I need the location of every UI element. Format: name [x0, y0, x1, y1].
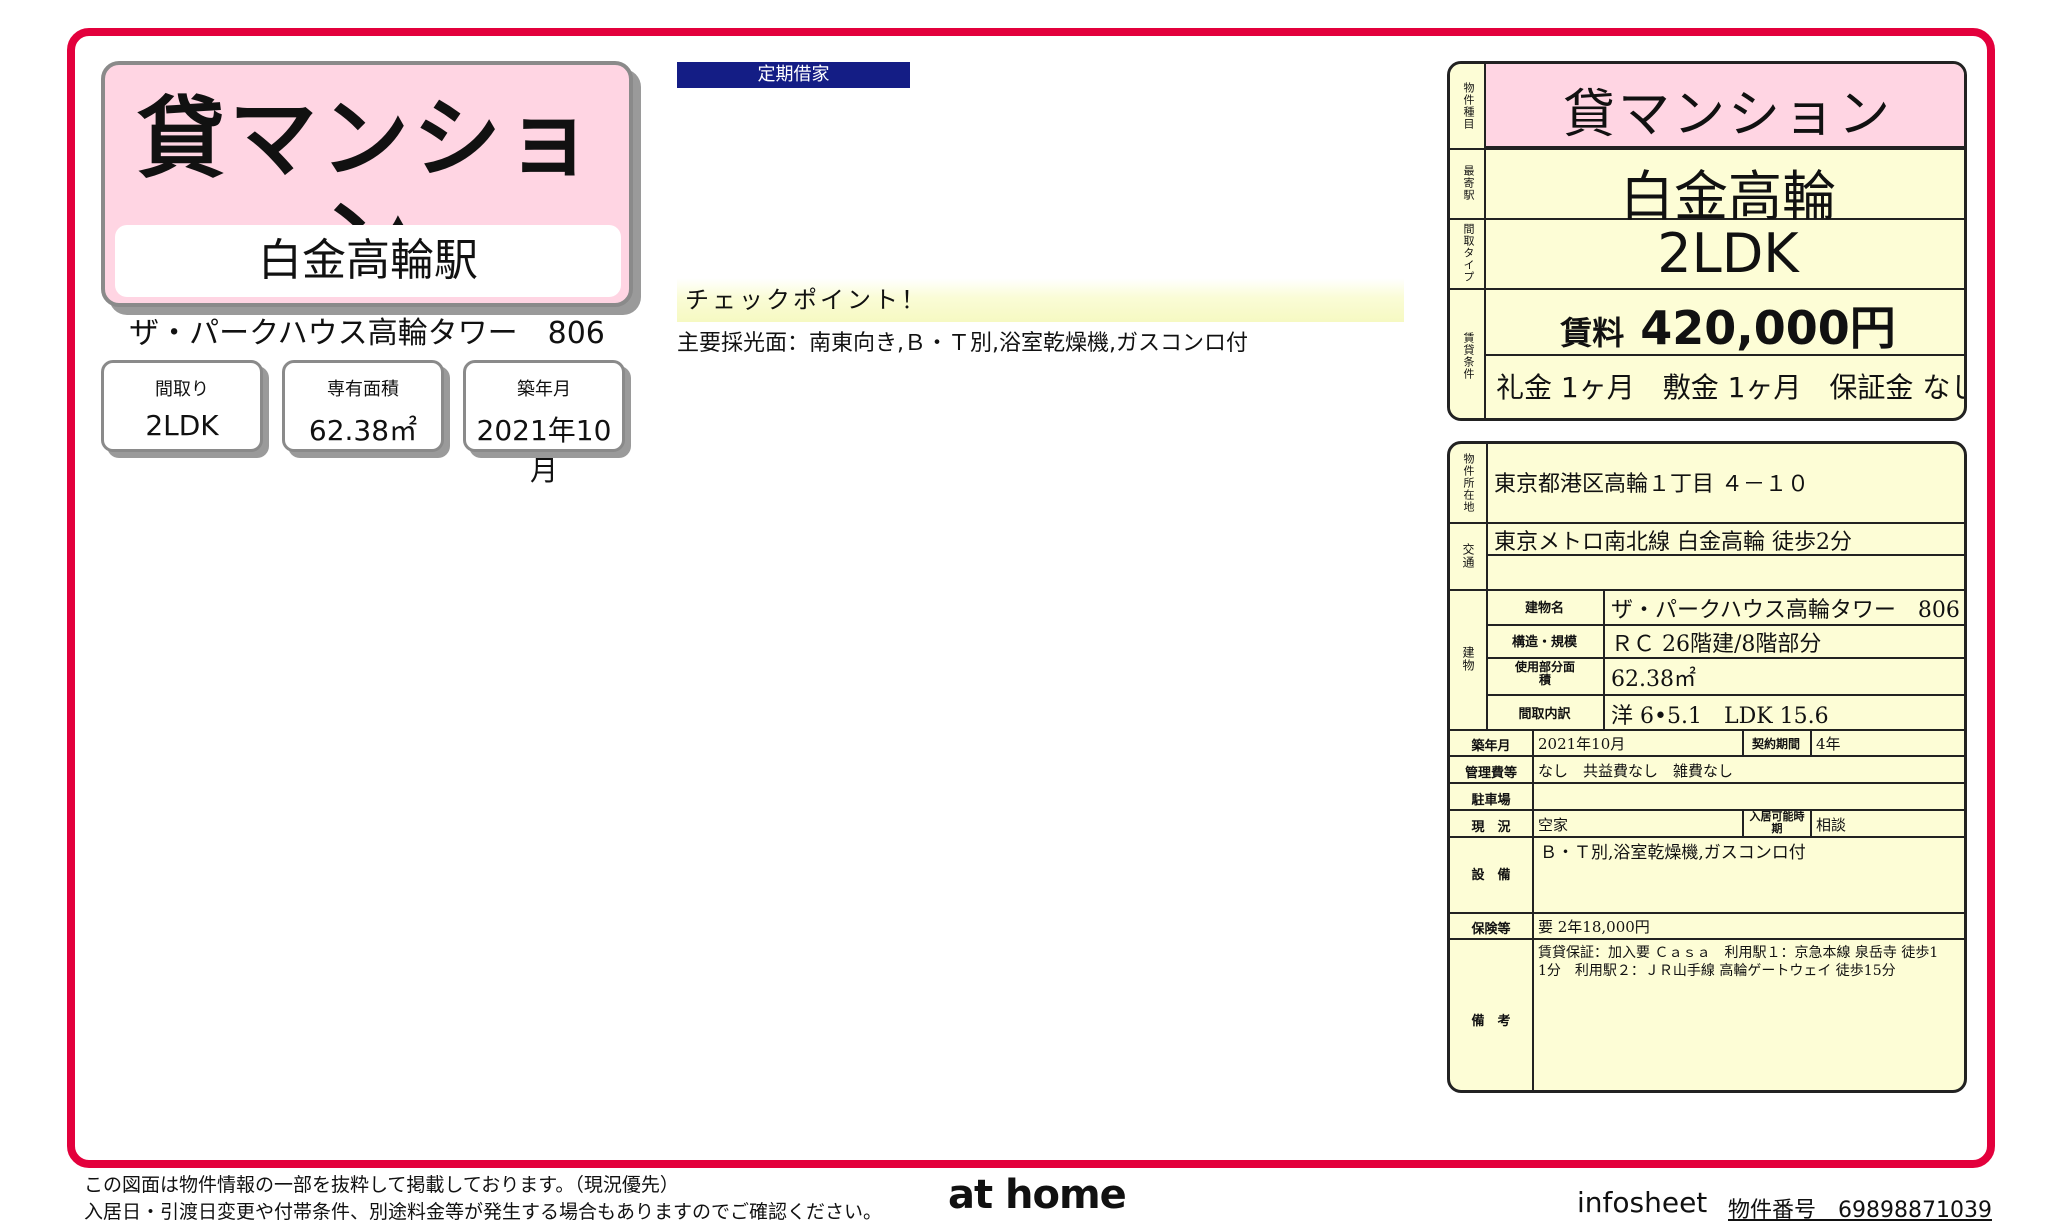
summary-rent: 賃料 420,000円: [1486, 292, 1964, 358]
remarks-line-1: 賃貸保証：加入要 Ｃａｓａ 利用駅１：京急本線 泉岳寺 徒歩1: [1538, 945, 1939, 961]
fees-value: なし 共益費なし 雑費なし: [1538, 762, 1734, 780]
stat-label: 専有面積: [327, 379, 399, 400]
label-property-type: 物件種目: [1462, 82, 1475, 130]
divider: [1450, 912, 1964, 914]
nearest-station: 白金高輪駅: [115, 225, 621, 297]
label-layout-type: 間取タイプ: [1462, 223, 1475, 283]
stat-layout: 間取り 2LDK: [101, 360, 263, 452]
divider: [1450, 809, 1964, 811]
building-row-label: 構造・規模: [1511, 635, 1577, 650]
summary-panel: 物件種目 最寄駅 間取タイプ 賃貸条件 貸マンション 白金高輪 2LDK 賃料 …: [1447, 61, 1967, 421]
label-rental-terms: 賃貸条件: [1462, 332, 1475, 380]
building-row-label: 使用部分面積: [1514, 660, 1575, 687]
stat-label: 間取り: [155, 379, 209, 400]
label-move-in: 入居可能時期: [1749, 810, 1805, 835]
summary-type: 貸マンション: [1562, 85, 1893, 145]
divider: [1450, 782, 1964, 784]
contract-value: 4年: [1816, 735, 1841, 753]
property-type-card: 貸マンション 白金高輪駅: [101, 61, 633, 307]
stat-value: 62.38㎡: [308, 414, 418, 447]
building-row-label: 建物名: [1524, 601, 1564, 616]
divider: [1450, 288, 1964, 290]
label-status: 現 況: [1471, 820, 1511, 835]
building-row-value: 洋 6•5.1 LDK 15.6: [1611, 704, 1829, 729]
equipment-value: Ｂ・Ｔ別,浴室乾燥機,ガスコンロ付: [1540, 843, 1806, 863]
label-contract: 契約期間: [1751, 737, 1800, 751]
label-remarks: 備 考: [1471, 1014, 1511, 1029]
label-equipment: 設 備: [1471, 868, 1511, 883]
detail-table: 物件所在地 交通 建物 東京都港区高輪１丁目 ４－１０ 東京メトロ南北線 白金高…: [1447, 441, 1967, 1093]
divider: [1450, 755, 1964, 757]
building-row-value: 62.38㎡: [1611, 667, 1696, 692]
checkpoint-title: チェックポイント！: [677, 278, 1404, 322]
lease-type-badge: 定期借家: [677, 62, 910, 88]
infosheet-label: infosheet: [1577, 1186, 1708, 1219]
stat-area: 専有面積 62.38㎡: [282, 360, 444, 452]
divider: [1450, 938, 1964, 940]
building-row-value: ザ・パークハウス高輪タワー 806: [1611, 598, 1960, 623]
label-insurance: 保険等: [1471, 922, 1511, 937]
disclaimer-line-2: 入居日・引渡日変更や付帯条件、別途料金等が発生する場合もありますのでご確認くださ…: [84, 1201, 883, 1223]
insurance-value: 要 2年18,000円: [1538, 918, 1650, 936]
stat-built: 築年月 2021年10月: [463, 360, 625, 487]
label-fees: 管理費等: [1464, 766, 1517, 781]
building-name: ザ・パークハウス高輪タワー 806: [129, 316, 605, 351]
stat-value: 2LDK: [145, 409, 219, 442]
status-value: 空家: [1538, 816, 1569, 834]
divider: [1450, 589, 1964, 591]
disclaimer-line-1: この図面は物件情報の一部を抜粋して掲載しております。（現況優先）: [84, 1174, 679, 1196]
checkpoint-text: 主要採光面：南東向き,Ｂ・Ｔ別,浴室乾燥機,ガスコンロ付: [677, 331, 1248, 356]
divider: [1486, 444, 1488, 729]
summary-conditions: 礼金 1ヶ月 敷金 1ヶ月 保証金 なし: [1496, 371, 1967, 404]
divider: [1810, 809, 1812, 836]
label-location: 物件所在地: [1462, 453, 1475, 513]
transport-value: 東京メトロ南北線 白金高輪 徒歩2分: [1494, 530, 1852, 555]
building-row-value: ＲＣ 26階建/8階部分: [1611, 632, 1822, 657]
athome-logo: at home: [948, 1172, 1127, 1218]
label-building: 建物: [1461, 646, 1475, 672]
divider: [1603, 589, 1605, 729]
rent-label: 賃料: [1560, 314, 1625, 352]
rent-value: 420,000円: [1640, 301, 1896, 355]
label-station: 最寄駅: [1462, 165, 1475, 201]
remarks-line-2: 1分 利用駅２：ＪＲ山手線 高輪ゲートウェイ 徒歩15分: [1538, 963, 1896, 979]
stat-label: 築年月: [517, 379, 571, 400]
divider: [1450, 148, 1964, 150]
label-transport: 交通: [1461, 542, 1475, 569]
built-value: 2021年10月: [1538, 735, 1626, 753]
property-number: 物件番号 69898871039: [1728, 1198, 1992, 1223]
building-row-label: 間取内訳: [1518, 707, 1571, 722]
summary-layout: 2LDK: [1657, 222, 1799, 285]
move-in-value: 相談: [1816, 816, 1847, 834]
label-parking: 駐車場: [1471, 793, 1511, 808]
stat-value: 2021年10月: [476, 414, 612, 487]
divider: [1810, 729, 1812, 755]
summary-station: 白金高輪: [1620, 165, 1836, 228]
divider: [1486, 694, 1964, 696]
location-value: 東京都港区高輪１丁目 ４－１０: [1494, 472, 1809, 497]
divider: [1742, 809, 1744, 836]
label-built: 築年月: [1471, 739, 1511, 754]
